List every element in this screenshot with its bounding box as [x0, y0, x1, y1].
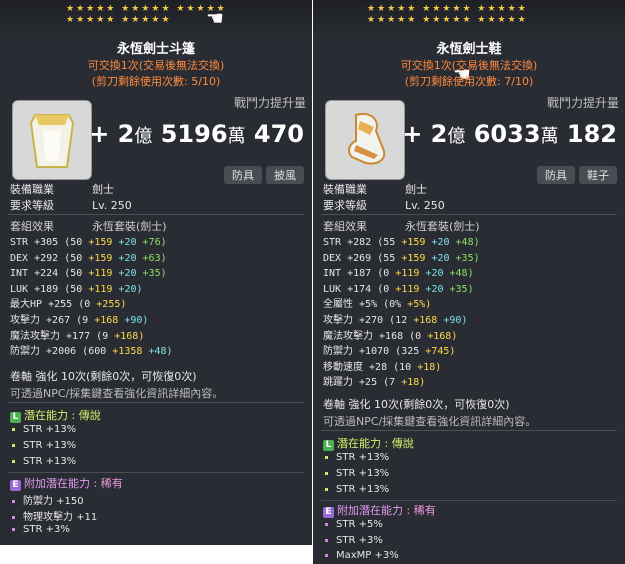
job-row: 裝備職業 劍士 [323, 183, 427, 196]
stat-row: LUK +174 (0 +119 +20 +35) [323, 283, 474, 295]
set-effect-row: 套組效果 永恆套裝(劍士) [10, 220, 167, 233]
potential-line: STR +13% [325, 484, 389, 495]
item-tooltip-shoes: ★★★★★ ★★★★★ ★★★★★ ★★★★★ ★★★★★ ★★★★★ ☚ 永恆… [313, 0, 625, 564]
stat-row: DEX +269 (55 +159 +20 +35) [323, 252, 480, 264]
potential-header: L 潛在能力 : 傳說 [323, 435, 414, 451]
hand-cursor-icon: ☚ [206, 6, 224, 30]
stat-row: STR +305 (50 +159 +20 +76) [10, 237, 167, 248]
enhance-hint: 可透過NPC/採集鍵查看強化資訊詳細內容。 [10, 387, 224, 400]
stat-row: 防禦力 +1070 (325 +745) [323, 346, 456, 358]
item-title: 永恆劍士鞋 [436, 42, 502, 57]
star-force-row: ★★★★★ ★★★★★ ★★★★★ ★★★★★ ★★★★★ ★★★★★ [313, 0, 625, 40]
stat-row: 攻擊力 +270 (12 +168 +90) [323, 314, 468, 326]
level-row: 要求等級 Lv. 250 [323, 199, 445, 212]
stat-row: 最大HP +255 (0 +255) [10, 299, 127, 311]
bonus-potential-line: 防禦力 +150 [12, 492, 84, 507]
trade-info: 可交換1次(交易後無法交換) [400, 59, 538, 72]
enhance-hint: 可透過NPC/採集鍵查看強化資訊詳細內容。 [323, 415, 537, 428]
set-effect-row: 套組效果 永恆套裝(劍士) [323, 220, 480, 233]
job-row: 裝備職業 劍士 [10, 183, 114, 196]
potential-line: STR +13% [12, 456, 76, 467]
trade-info: 可交換1次(交易後無法交換) [87, 59, 225, 72]
scissors-info: (剪刀剩餘使用次數: 5/10) [91, 75, 221, 88]
category-tags: 防具 披風 [224, 166, 304, 184]
stat-row: INT +187 (0 +119 +20 +48) [323, 268, 474, 280]
stat-row: LUK +189 (50 +119 +20) [10, 283, 143, 295]
combat-power-label: 戰鬥力提升量 [546, 96, 619, 110]
divider [8, 472, 304, 473]
divider [321, 214, 617, 215]
legendary-badge-icon: L [323, 440, 334, 451]
tag-cape: 披風 [266, 166, 304, 184]
bonus-potential-line: STR +3% [325, 535, 383, 546]
combat-power-value: + 2億 6033萬 182 [402, 120, 617, 148]
scissors-info: (剪刀剩餘使用次數: 7/10) [404, 75, 534, 88]
bonus-potential-line: STR +3% [12, 524, 70, 535]
bonus-potential-header: E 附加潛在能力 : 稀有 [10, 475, 123, 491]
stat-row: 跳躍力 +25 (7 +18) [323, 377, 426, 389]
divider [321, 430, 617, 431]
stat-list: STR +282 (55 +159 +20 +48) DEX +269 (55 +… [323, 235, 480, 391]
tag-armor: 防具 [537, 166, 575, 184]
stat-row: 魔法攻擊力 +168 (0 +168) [323, 330, 458, 342]
epic-badge-icon: E [10, 480, 21, 491]
bonus-potential-line: 物理攻擊力 +11 [12, 508, 97, 523]
stat-row: DEX +292 (50 +159 +20 +63) [10, 252, 167, 264]
stat-row: 全屬性 +5% (0% +5%) [323, 299, 432, 311]
potential-line: STR +13% [325, 468, 389, 479]
scroll-info: 卷軸 強化 10次(剩餘0次，可恢復0次) [323, 398, 510, 411]
stat-row: 防禦力 +2006 (600 +1358 +48) [10, 346, 173, 358]
item-tooltip-cape: ★★★★★ ★★★★★ ★★★★★ ★★★★★ ★★★★★ ☚ 永恆劍士斗篷 可… [0, 0, 312, 545]
cape-icon [12, 100, 92, 180]
tag-armor: 防具 [224, 166, 262, 184]
potential-line: STR +13% [325, 452, 389, 463]
combat-power-value: + 2億 5196萬 470 [89, 120, 304, 148]
bonus-potential-line: STR +5% [325, 519, 383, 530]
stat-row: STR +282 (55 +159 +20 +48) [323, 237, 480, 248]
item-title: 永恆劍士斗篷 [116, 42, 195, 57]
stat-row: 攻擊力 +267 (9 +168 +90) [10, 314, 149, 326]
potential-header: L 潛在能力 : 傳說 [10, 407, 101, 423]
bonus-potential-line: MaxMP +3% [325, 550, 399, 561]
tag-shoes: 鞋子 [579, 166, 617, 184]
shoes-icon [325, 100, 405, 180]
potential-line: STR +13% [12, 440, 76, 451]
level-row: 要求等級 Lv. 250 [10, 199, 132, 212]
legendary-badge-icon: L [10, 412, 21, 423]
stat-row: 魔法攻擊力 +177 (9 +168) [10, 330, 145, 342]
divider [321, 500, 617, 501]
stat-row: INT +224 (50 +119 +20 +35) [10, 268, 167, 280]
stat-row: 移動速度 +28 (10 +18) [323, 361, 442, 373]
star-force-row: ★★★★★ ★★★★★ ★★★★★ ★★★★★ ★★★★★ [0, 0, 312, 40]
scroll-info: 卷軸 強化 10次(剩餘0次，可恢復0次) [10, 370, 197, 383]
category-tags: 防具 鞋子 [537, 166, 617, 184]
potential-line: STR +13% [12, 424, 76, 435]
divider [8, 402, 304, 403]
epic-badge-icon: E [323, 507, 334, 518]
stat-list: STR +305 (50 +159 +20 +76) DEX +292 (50 +… [10, 235, 173, 360]
bonus-potential-header: E 附加潛在能力 : 稀有 [323, 502, 436, 518]
combat-power-label: 戰鬥力提升量 [233, 96, 306, 110]
divider [8, 214, 304, 215]
